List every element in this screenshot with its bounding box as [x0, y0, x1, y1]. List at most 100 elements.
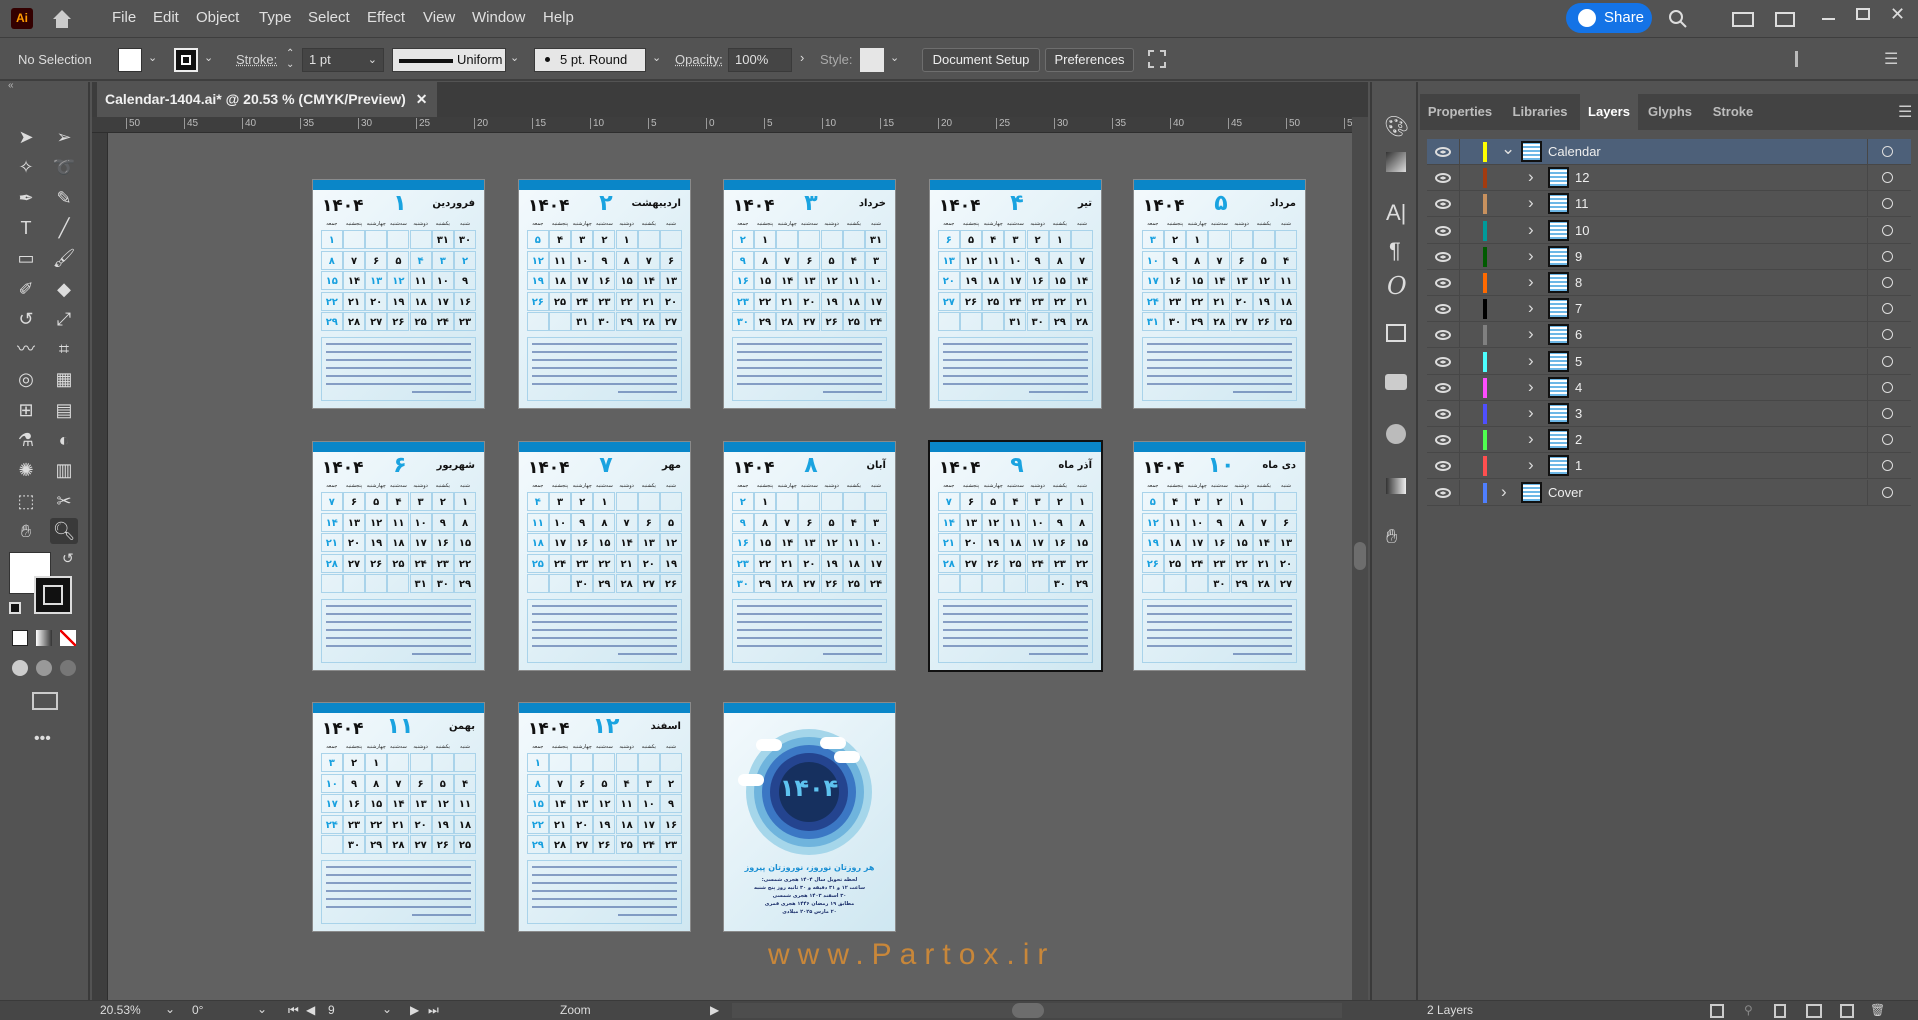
artboard-cover[interactable]: ۱۴۰۴ هر روزتان نوروز، نوروزتان پیروز لحظه …: [724, 703, 895, 931]
target-circle-icon[interactable]: [1882, 146, 1893, 157]
draw-behind-icon[interactable]: [36, 660, 52, 676]
last-artboard-button[interactable]: ⏭︎: [428, 1003, 439, 1018]
layer-name[interactable]: 5: [1575, 354, 1582, 369]
preferences-button[interactable]: Preferences: [1045, 48, 1134, 72]
select-similar-icon[interactable]: [1148, 50, 1166, 68]
visibility-eye-icon[interactable]: [1435, 304, 1451, 315]
column-graph-icon[interactable]: ▥: [50, 457, 78, 483]
pathfinder-icon[interactable]: [1386, 424, 1406, 444]
document-setup-button[interactable]: Document Setup: [922, 48, 1040, 72]
visibility-eye-icon[interactable]: [1435, 199, 1451, 210]
menu-object[interactable]: Object: [196, 9, 239, 26]
tab-glyphs[interactable]: Glyphs: [1638, 94, 1702, 130]
menu-edit[interactable]: Edit: [153, 9, 179, 26]
layer-name[interactable]: Calendar: [1548, 144, 1601, 159]
status-mode[interactable]: Zoom: [560, 1003, 591, 1017]
artboard-icon[interactable]: ⬚: [12, 488, 40, 514]
collapse-toolbar-icon[interactable]: «: [8, 80, 14, 91]
target-circle-icon[interactable]: [1882, 250, 1893, 262]
variable-width-profile[interactable]: Uniform: [392, 48, 506, 72]
color-mode-icon[interactable]: [12, 630, 28, 646]
scroll-thumb[interactable]: [1012, 1003, 1044, 1018]
delete-layer-icon[interactable]: 🗑︎: [1870, 1003, 1885, 1017]
scroll-thumb[interactable]: [1354, 542, 1366, 570]
artboard-dropdown-icon[interactable]: ⌄: [382, 1002, 392, 1016]
clipping-mask-icon[interactable]: [1774, 1004, 1786, 1018]
locate-object-icon[interactable]: ⚲: [1744, 1003, 1753, 1017]
layer-name[interactable]: 7: [1575, 301, 1582, 316]
chevron-right-icon[interactable]: ›: [1528, 246, 1534, 266]
restore-button[interactable]: [1856, 8, 1870, 20]
scale-icon[interactable]: ⤢: [50, 306, 78, 332]
visibility-eye-icon[interactable]: [1435, 278, 1451, 288]
layer-row[interactable]: › Cover: [1427, 479, 1911, 506]
previous-artboard-button[interactable]: ◀︎: [306, 1003, 315, 1017]
lock-toggle[interactable]: [1459, 296, 1460, 323]
opacity-field[interactable]: 100%: [728, 48, 792, 72]
export-icon[interactable]: [1710, 1004, 1724, 1018]
layer-name[interactable]: 8: [1575, 275, 1582, 290]
tab-stroke[interactable]: Stroke: [1702, 94, 1764, 130]
opentype-icon[interactable]: O: [1387, 272, 1407, 300]
shape-builder-icon[interactable]: ◎: [12, 366, 40, 392]
target-circle-icon[interactable]: [1882, 198, 1893, 210]
pen-icon[interactable]: ✒: [12, 185, 40, 211]
next-artboard-button[interactable]: ▶︎: [410, 1003, 419, 1017]
visibility-eye-icon[interactable]: [1435, 147, 1451, 157]
visibility-eye-icon[interactable]: [1435, 487, 1451, 498]
layer-name[interactable]: Cover: [1548, 485, 1583, 500]
visibility-eye-icon[interactable]: [1435, 330, 1451, 341]
stroke-dropdown-icon[interactable]: ⌄: [204, 51, 213, 64]
menu-help[interactable]: Help: [543, 9, 574, 26]
paintbrush-icon[interactable]: 🖌︎: [50, 245, 78, 271]
home-icon[interactable]: [50, 7, 74, 31]
brush-definition[interactable]: 5 pt. Round: [534, 48, 646, 72]
puppet-warp-icon[interactable]: ✋︎: [1386, 526, 1397, 549]
artboard-month-1[interactable]: ۱۴۰۴ ۱ فروردین شنبه یکشنبه دوشنبه سه‌شنبه چهارش…: [313, 180, 484, 408]
target-circle-icon[interactable]: [1882, 224, 1893, 236]
layer-name[interactable]: 9: [1575, 249, 1582, 264]
lock-toggle[interactable]: [1459, 348, 1460, 375]
artboard-month-9[interactable]: ۱۴۰۴ ۹ آذر ماه شنبه یکشنبه دوشنبه سه‌شنبه چهارش…: [930, 442, 1101, 670]
transform-icon[interactable]: [1386, 324, 1406, 342]
layer-name[interactable]: 6: [1575, 327, 1582, 342]
close-window-button[interactable]: ✕: [1890, 4, 1905, 25]
perspective-icon[interactable]: ▦: [50, 366, 78, 392]
default-colors-icon[interactable]: [9, 602, 21, 614]
stroke-swatch[interactable]: [174, 48, 198, 72]
draw-normal-icon[interactable]: [12, 660, 28, 676]
paragraph-icon[interactable]: ¶: [1389, 238, 1401, 264]
gradient-panel-icon[interactable]: [1386, 478, 1406, 494]
eyedropper-icon[interactable]: ⚗: [12, 427, 40, 453]
new-sublayer-icon[interactable]: [1806, 1004, 1822, 1018]
lock-toggle[interactable]: [1459, 243, 1460, 270]
style-swatch[interactable]: [860, 48, 884, 72]
visibility-eye-icon[interactable]: [1435, 251, 1451, 262]
profile-dropdown-icon[interactable]: ⌄: [510, 51, 519, 64]
vertical-scrollbar[interactable]: [1352, 117, 1368, 1000]
stroke-label[interactable]: Stroke:: [236, 52, 277, 67]
chevron-right-icon[interactable]: ›: [1528, 455, 1534, 475]
share-button[interactable]: Share: [1566, 3, 1652, 33]
free-transform-icon[interactable]: ⌗: [50, 336, 78, 362]
layer-name[interactable]: 2: [1575, 432, 1582, 447]
menu-effect[interactable]: Effect: [367, 9, 405, 26]
align-icon[interactable]: [1795, 51, 1813, 67]
visibility-eye-icon[interactable]: [1435, 435, 1451, 446]
selection-icon[interactable]: ➤: [12, 124, 40, 150]
opacity-arrow-icon[interactable]: ›: [800, 50, 804, 65]
color-icon[interactable]: 🎨︎: [1384, 114, 1409, 139]
visibility-eye-icon[interactable]: [1435, 173, 1451, 184]
workspace-switcher-icon[interactable]: [1775, 12, 1795, 27]
panel-options-icon[interactable]: ☰: [1898, 102, 1912, 122]
target-circle-icon[interactable]: [1882, 303, 1893, 315]
document-tab[interactable]: Calendar-1404.ai* @ 20.53 % (CMYK/Previe…: [97, 82, 437, 117]
direct-selection-icon[interactable]: ➢: [50, 124, 78, 150]
lock-toggle[interactable]: [1459, 165, 1460, 192]
lock-toggle[interactable]: [1459, 322, 1460, 349]
layer-name[interactable]: 4: [1575, 380, 1582, 395]
zoom-dropdown-icon[interactable]: ⌄: [165, 1002, 175, 1016]
chevron-right-icon[interactable]: ›: [1528, 167, 1534, 187]
lock-toggle[interactable]: [1459, 453, 1460, 480]
stroke-color-box[interactable]: [34, 576, 72, 614]
